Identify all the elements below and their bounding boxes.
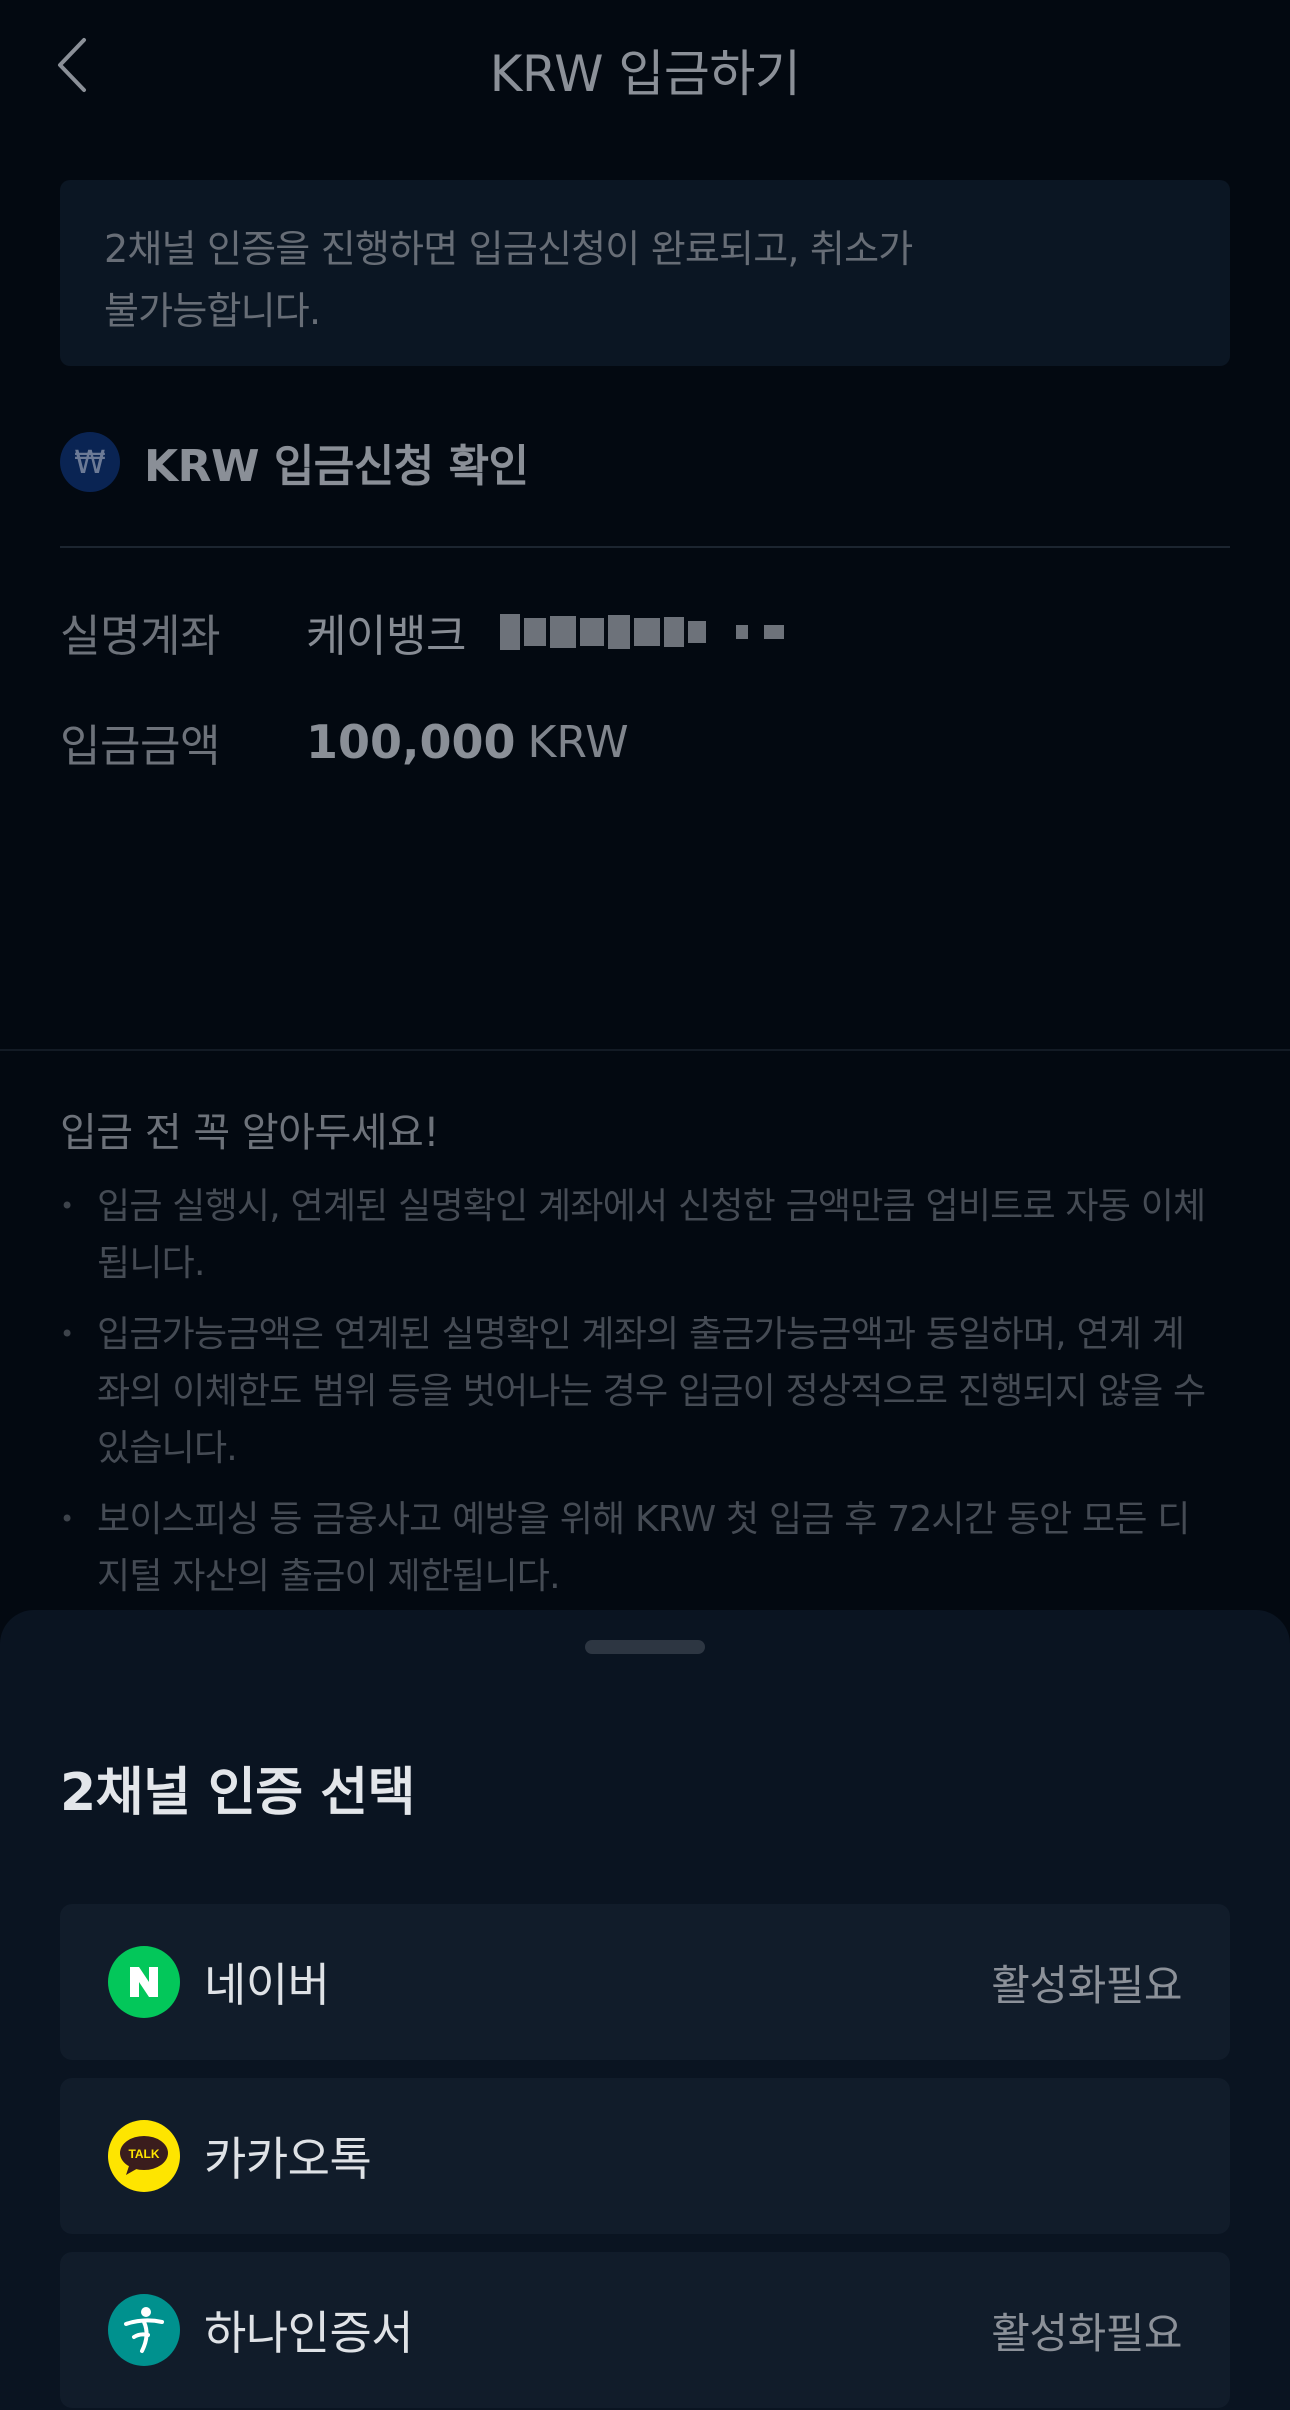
page-title: KRW 입금하기 <box>489 45 801 103</box>
kakaotalk-icon: TALK <box>108 2120 180 2192</box>
option-status: 활성화필요 <box>991 2308 1182 2358</box>
tip-item: 입금가능금액은 연계된 실명확인 계좌의 출금가능금액과 동일하며, 연계 계좌… <box>60 1306 1210 1477</box>
masked-account-number <box>499 613 788 651</box>
won-icon: ₩ <box>60 432 120 492</box>
sheet-title: 2채널 인증 선택 <box>60 1763 415 1823</box>
account-label: 실명계좌 <box>60 611 220 662</box>
tip-item: 보이스피싱 등 금융사고 예방을 위해 KRW 첫 입금 후 72시간 동안 모… <box>60 1491 1210 1605</box>
auth-option-hana[interactable]: 하나인증서 활성화필요 <box>60 2252 1230 2408</box>
amount-value: 100,000 <box>306 715 516 769</box>
option-label: 네이버 <box>204 1958 330 2012</box>
header: KRW 입금하기 <box>0 0 1290 130</box>
option-label: 하나인증서 <box>204 2306 414 2360</box>
auth-option-naver[interactable]: 네이버 활성화필요 <box>60 1904 1230 2060</box>
auth-bottom-sheet: 2채널 인증 선택 네이버 활성화필요 TALK 카카오톡 하나인증서 활성화필… <box>0 1610 1290 2410</box>
notice-line-1: 2채널 인증을 진행하면 입금신청이 완료되고, 취소가 <box>104 227 913 271</box>
confirm-title: KRW 입금신청 확인 <box>144 441 529 492</box>
deposit-page: KRW 입금하기 2채널 인증을 진행하면 입금신청이 완료되고, 취소가 불가… <box>0 0 1290 2410</box>
hana-glyph <box>124 2307 164 2353</box>
notice-line-2: 불가능합니다. <box>104 289 321 333</box>
naver-n-glyph <box>130 1967 158 1997</box>
notice-box: 2채널 인증을 진행하면 입금신청이 완료되고, 취소가 불가능합니다. <box>60 180 1230 366</box>
bank-name: 케이뱅크 <box>306 611 466 662</box>
option-label: 카카오톡 <box>204 2132 372 2186</box>
hana-certificate-icon <box>108 2294 180 2366</box>
confirm-header: ₩ KRW 입금신청 확인 <box>60 432 529 492</box>
divider <box>60 546 1230 548</box>
kakao-talk-text: TALK <box>128 2147 159 2161</box>
naver-icon <box>108 1946 180 2018</box>
amount-unit: KRW <box>527 716 629 768</box>
auth-option-kakaotalk[interactable]: TALK 카카오톡 <box>60 2078 1230 2234</box>
option-status: 활성화필요 <box>991 1960 1182 2010</box>
sheet-grabber[interactable] <box>585 1640 705 1654</box>
amount-row: 입금금액 100,000 KRW <box>60 712 629 772</box>
tip-item: 입금 실행시, 연계된 실명확인 계좌에서 신청한 금액만큼 업비트로 자동 이… <box>60 1178 1210 1292</box>
account-row: 실명계좌 케이뱅크 <box>60 602 788 662</box>
tips-title: 입금 전 꼭 알아두세요! <box>60 1110 439 1156</box>
tips-list: 입금 실행시, 연계된 실명확인 계좌에서 신청한 금액만큼 업비트로 자동 이… <box>60 1178 1210 1619</box>
amount-label: 입금금액 <box>60 721 220 772</box>
kakao-bubble-glyph: TALK <box>120 2136 168 2175</box>
section-divider <box>0 1049 1290 1051</box>
